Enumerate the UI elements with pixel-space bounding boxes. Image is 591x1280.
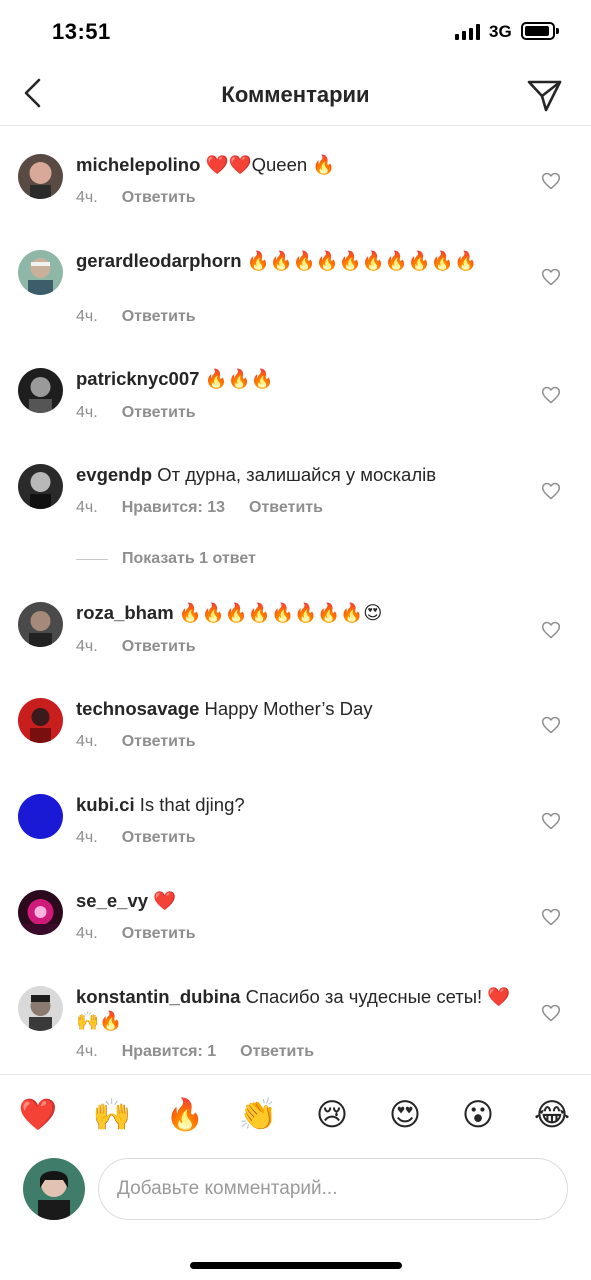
share-button[interactable] bbox=[526, 76, 564, 114]
comment-text: ❤️ bbox=[153, 890, 177, 911]
show-replies-button[interactable]: Показать 1 ответ bbox=[76, 550, 256, 568]
avatar[interactable] bbox=[18, 250, 63, 295]
comment-time: 4ч. bbox=[76, 829, 98, 846]
comment-time: 4ч. bbox=[76, 189, 98, 206]
comment-time: 4ч. bbox=[76, 1043, 98, 1060]
comment-username[interactable]: evgendp bbox=[76, 464, 152, 485]
avatar[interactable] bbox=[18, 368, 63, 413]
reply-button[interactable]: Ответить bbox=[122, 733, 196, 751]
network-type: 3G bbox=[489, 22, 512, 41]
emoji-clap[interactable]: 👏 bbox=[238, 1095, 278, 1135]
signal-icon bbox=[455, 24, 480, 40]
like-heart-icon[interactable] bbox=[541, 620, 561, 640]
avatar[interactable] bbox=[18, 890, 63, 935]
reply-button[interactable]: Ответить bbox=[122, 308, 196, 326]
comment-input[interactable] bbox=[98, 1158, 568, 1220]
emoji-joy[interactable]: 😂 bbox=[532, 1095, 572, 1135]
avatar[interactable] bbox=[18, 154, 63, 199]
comment-username[interactable]: michelepolino bbox=[76, 154, 200, 175]
like-heart-icon[interactable] bbox=[541, 385, 561, 405]
comment-username[interactable]: gerardleodarphorn bbox=[76, 250, 242, 271]
home-indicator[interactable] bbox=[190, 1262, 402, 1269]
avatar[interactable] bbox=[18, 698, 63, 743]
status-time: 13:51 bbox=[52, 19, 111, 44]
reply-button[interactable]: Ответить bbox=[122, 829, 196, 847]
comment-time: 4ч. bbox=[76, 733, 98, 750]
comment-username[interactable]: roza_bham bbox=[76, 602, 174, 623]
current-user-avatar bbox=[23, 1158, 85, 1220]
reply-button[interactable]: Ответить bbox=[122, 638, 196, 656]
status-bar: 13:51 3G bbox=[0, 0, 591, 64]
comment-text: Is that djing? bbox=[139, 794, 245, 815]
emoji-raised-hands[interactable]: 🙌 bbox=[92, 1095, 132, 1135]
avatar[interactable] bbox=[18, 986, 63, 1031]
show-replies-label: Показать 1 ответ bbox=[122, 550, 256, 567]
reply-button[interactable]: Ответить bbox=[249, 499, 323, 517]
like-heart-icon[interactable] bbox=[541, 481, 561, 501]
emoji-surprised[interactable]: 😮 bbox=[458, 1095, 498, 1135]
avatar[interactable] bbox=[18, 794, 63, 839]
reply-button[interactable]: Ответить bbox=[122, 404, 196, 422]
emoji-heart-eyes[interactable]: 😍 bbox=[385, 1095, 425, 1135]
header: Комментарии bbox=[0, 64, 591, 126]
comment-text: 🔥🔥🔥 bbox=[204, 368, 274, 389]
comment-time: 4ч. bbox=[76, 308, 98, 325]
likes-count[interactable]: Нравится: 1 bbox=[122, 1043, 216, 1061]
comment-text: 🔥🔥🔥🔥🔥🔥🔥🔥🔥🔥 bbox=[246, 250, 477, 271]
avatar[interactable] bbox=[18, 602, 63, 647]
comment-text: От дурна, залишайся у москалів bbox=[157, 464, 437, 485]
battery-icon bbox=[521, 22, 559, 40]
comment-time: 4ч. bbox=[76, 925, 98, 942]
like-heart-icon[interactable] bbox=[541, 811, 561, 831]
emoji-crying[interactable]: 😢 bbox=[312, 1095, 352, 1135]
like-heart-icon[interactable] bbox=[541, 1003, 561, 1023]
emoji-fire[interactable]: 🔥 bbox=[165, 1095, 205, 1135]
page-title: Комментарии bbox=[221, 82, 370, 107]
reply-button[interactable]: Ответить bbox=[122, 925, 196, 943]
like-heart-icon[interactable] bbox=[541, 267, 561, 287]
comment-time: 4ч. bbox=[76, 404, 98, 421]
like-heart-icon[interactable] bbox=[541, 171, 561, 191]
comment-username[interactable]: se_e_vy bbox=[76, 890, 148, 911]
comment-username[interactable]: kubi.ci bbox=[76, 794, 135, 815]
emoji-heart[interactable]: ❤️ bbox=[18, 1095, 58, 1135]
comment-username[interactable]: technosavage bbox=[76, 698, 199, 719]
like-heart-icon[interactable] bbox=[541, 907, 561, 927]
like-heart-icon[interactable] bbox=[541, 715, 561, 735]
comments-list: michelepolino ❤️❤️Queen 🔥 4ч. Ответить g… bbox=[0, 126, 591, 1072]
reply-button[interactable]: Ответить bbox=[240, 1043, 314, 1061]
comment-text: 🔥🔥🔥🔥🔥🔥🔥🔥😍 bbox=[178, 602, 383, 623]
avatar[interactable] bbox=[18, 464, 63, 509]
comment-composer bbox=[0, 1154, 591, 1234]
reply-button[interactable]: Ответить bbox=[122, 189, 196, 207]
paper-plane-icon bbox=[527, 80, 562, 112]
comment-username[interactable]: konstantin_dubina bbox=[76, 986, 240, 1007]
likes-count[interactable]: Нравится: 13 bbox=[122, 499, 225, 517]
comment-time: 4ч. bbox=[76, 499, 98, 516]
comment-text: ❤️❤️Queen 🔥 bbox=[205, 154, 336, 175]
divider bbox=[76, 558, 108, 560]
comment-time: 4ч. bbox=[76, 638, 98, 655]
comment-username[interactable]: patricknyc007 bbox=[76, 368, 199, 389]
comment-text: Happy Mother’s Day bbox=[204, 698, 373, 719]
quick-emoji-bar: ❤️ 🙌 🔥 👏 😢 😍 😮 😂 bbox=[0, 1074, 591, 1154]
